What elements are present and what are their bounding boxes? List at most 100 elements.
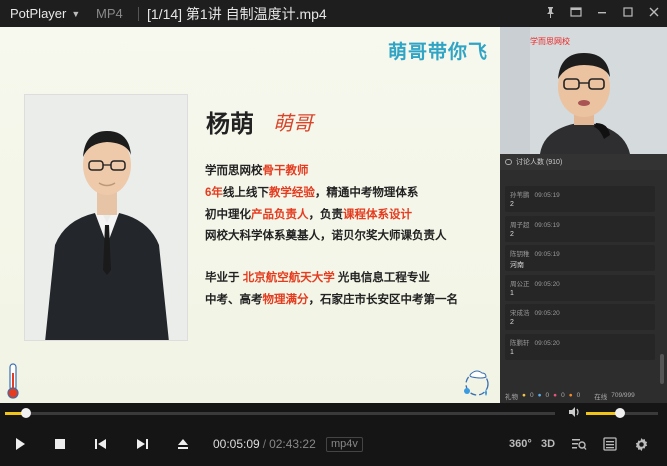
codec-badge[interactable]: mp4v bbox=[326, 437, 363, 452]
bio-text: 中考、高考 bbox=[205, 294, 263, 306]
chat-message: 宋成浩 09:05:20 2 bbox=[505, 304, 655, 330]
app-name: PotPlayer bbox=[10, 6, 67, 21]
chat-message-text: 河南 bbox=[510, 262, 524, 269]
playlist-button[interactable] bbox=[603, 434, 617, 454]
bio-text: 光电信息工程专业 bbox=[334, 272, 430, 284]
volume-slider[interactable] bbox=[586, 408, 658, 418]
close-icon[interactable] bbox=[641, 6, 667, 21]
chapter-search-icon bbox=[572, 439, 587, 450]
bio-highlight: 6年 bbox=[205, 187, 223, 199]
chat-username[interactable]: 孙苇鹏 bbox=[510, 192, 530, 199]
next-icon bbox=[136, 439, 148, 449]
bio-line: 6年线上线下教学经验，精通中考物理体系 bbox=[205, 184, 418, 200]
volume-icon[interactable] bbox=[568, 406, 581, 418]
teacher-name: 杨萌 bbox=[206, 111, 254, 138]
previous-icon bbox=[94, 439, 106, 449]
chat-timestamp: 09:05:19 bbox=[534, 221, 560, 229]
control-bar: 00:05:09/02:43:22 mp4v 360° 3D bbox=[0, 403, 667, 466]
bio-highlight: 教学经验 bbox=[268, 187, 315, 199]
settings-button[interactable] bbox=[634, 434, 649, 454]
chat-message-meta: 周子超 09:05:19 bbox=[505, 216, 655, 229]
bio-text: 毕业于 bbox=[205, 272, 243, 284]
gift-count: 0 bbox=[529, 392, 534, 399]
bio-text: 初中理化 bbox=[205, 209, 251, 221]
stop-icon bbox=[55, 439, 65, 449]
chat-message: 周子超 09:05:19 2 bbox=[505, 215, 655, 242]
seek-bar[interactable] bbox=[5, 408, 555, 418]
teacher-photo bbox=[24, 94, 188, 341]
play-button[interactable] bbox=[10, 434, 30, 454]
bio-text: ，精通中考物理体系 bbox=[314, 187, 419, 199]
time-separator: / bbox=[262, 437, 267, 451]
chat-message: 陈鹏轩 09:05:20 1 bbox=[505, 333, 655, 360]
balloon-icon[interactable]: ● bbox=[569, 392, 573, 399]
bubble-icon[interactable]: ● bbox=[538, 392, 542, 399]
chat-message-text: 2 bbox=[510, 201, 514, 208]
chat-timestamp: 09:05:19 bbox=[534, 192, 560, 199]
flower-icon[interactable]: ● bbox=[522, 392, 526, 399]
bio-line: 毕业于 北京航空航天大学 光电信息工程专业 bbox=[205, 269, 430, 285]
chat-message-meta: 周公正 09:05:20 bbox=[505, 275, 655, 288]
gift-label: 礼物 bbox=[505, 393, 518, 401]
lecture-slide: 萌哥带你飞 杨萌 萌哥 学而思网校骨干教师 6年线上线下教学经验，精通中考物理体… bbox=[0, 27, 500, 403]
chat-message-meta: 孙苇鹏 09:05:19 bbox=[505, 186, 655, 199]
chat-message: 孙苇鹏 09:05:19 2 bbox=[505, 186, 655, 212]
stop-button[interactable] bbox=[50, 434, 70, 454]
divider bbox=[138, 6, 139, 21]
bio-line: 初中理化产品负责人，负责课程体系设计 bbox=[205, 206, 412, 222]
bio-text: ，石家庄市长安区中考第一名 bbox=[308, 294, 459, 306]
pin-icon[interactable] bbox=[537, 6, 563, 21]
360-button[interactable]: 360° bbox=[509, 434, 532, 454]
chat-message-text: 1 bbox=[510, 289, 514, 297]
file-title: [1/14] 第1讲 自制温度计.mp4 bbox=[147, 5, 327, 22]
eject-button[interactable] bbox=[173, 434, 193, 454]
total-time: 02:43:22 bbox=[269, 437, 316, 451]
online-label: 在线 bbox=[594, 393, 608, 401]
playlist-icon bbox=[603, 437, 617, 451]
teacher-webcam: 学而思网校 bbox=[500, 27, 667, 154]
current-time: 00:05:09 bbox=[213, 437, 260, 451]
volume-handle[interactable] bbox=[614, 408, 625, 418]
teacher-signature: 萌哥 bbox=[273, 111, 313, 135]
chat-username[interactable]: 周公正 bbox=[510, 281, 530, 288]
bio-text: 学而思网校 bbox=[205, 165, 263, 177]
seek-handle[interactable] bbox=[21, 408, 31, 418]
chat-message: 陈钥稚 09:05:19 河南 bbox=[505, 245, 655, 271]
chat-scrollbar[interactable] bbox=[660, 354, 664, 384]
chat-username[interactable]: 宋成浩 bbox=[510, 310, 530, 317]
chapter-search-button[interactable] bbox=[571, 434, 587, 454]
chat-message: 周公正 09:05:20 1 bbox=[505, 274, 655, 301]
next-button[interactable] bbox=[132, 434, 152, 454]
online-count: 709/999 bbox=[611, 392, 635, 399]
chat-message-text: 2 bbox=[510, 230, 514, 238]
cam-watermark: 学而思网校 bbox=[530, 37, 570, 46]
skin-icon[interactable] bbox=[563, 6, 589, 21]
video-canvas[interactable]: 萌哥带你飞 杨萌 萌哥 学而思网校骨干教师 6年线上线下教学经验，精通中考物理体… bbox=[0, 27, 667, 403]
chat-username[interactable]: 陈鹏轩 bbox=[510, 340, 530, 347]
gift-count: 0 bbox=[545, 392, 550, 399]
app-menu-button[interactable]: PotPlayer ▼ bbox=[0, 6, 92, 21]
bio-highlight: 产品负责人 bbox=[251, 209, 309, 221]
chat-message-meta: 陈鹏轩 09:05:20 bbox=[505, 334, 655, 347]
bio-text: 线上线下 bbox=[222, 187, 269, 199]
chat-message-meta: 宋成浩 09:05:20 bbox=[505, 304, 655, 317]
chat-username[interactable]: 周子超 bbox=[510, 222, 530, 229]
maximize-icon[interactable] bbox=[615, 6, 641, 21]
chat-username[interactable]: 陈钥稚 bbox=[510, 251, 530, 258]
previous-button[interactable] bbox=[90, 434, 110, 454]
chat-panel: 讨论人数 (910) 孙苇鹏 09:05:19 2 周子超 09:05:19 2 陈钥稚 09… bbox=[500, 154, 667, 403]
chat-message-text: 2 bbox=[510, 319, 514, 326]
bio-text: 网校大科学体系奠基人，诺贝尔奖大师课负责人 bbox=[205, 230, 447, 242]
minimize-icon[interactable] bbox=[589, 6, 615, 21]
3d-button[interactable]: 3D bbox=[541, 434, 555, 454]
play-icon bbox=[16, 438, 25, 450]
gear-icon bbox=[635, 437, 648, 451]
title-bar: PotPlayer ▼ MP4 [1/14] 第1讲 自制温度计.mp4 bbox=[0, 0, 667, 27]
chat-message-meta: 陈钥稚 09:05:19 bbox=[505, 245, 655, 258]
potplayer-window: PotPlayer ▼ MP4 [1/14] 第1讲 自制温度计.mp4 萌哥带… bbox=[0, 0, 667, 466]
bio-highlight: 骨干教师 bbox=[262, 165, 309, 177]
chat-timestamp: 09:05:20 bbox=[534, 339, 560, 347]
heart-icon[interactable]: ● bbox=[553, 392, 557, 399]
bio-text: ，负责 bbox=[308, 209, 344, 221]
bio-highlight: 北京航空航天大学 bbox=[242, 272, 335, 284]
